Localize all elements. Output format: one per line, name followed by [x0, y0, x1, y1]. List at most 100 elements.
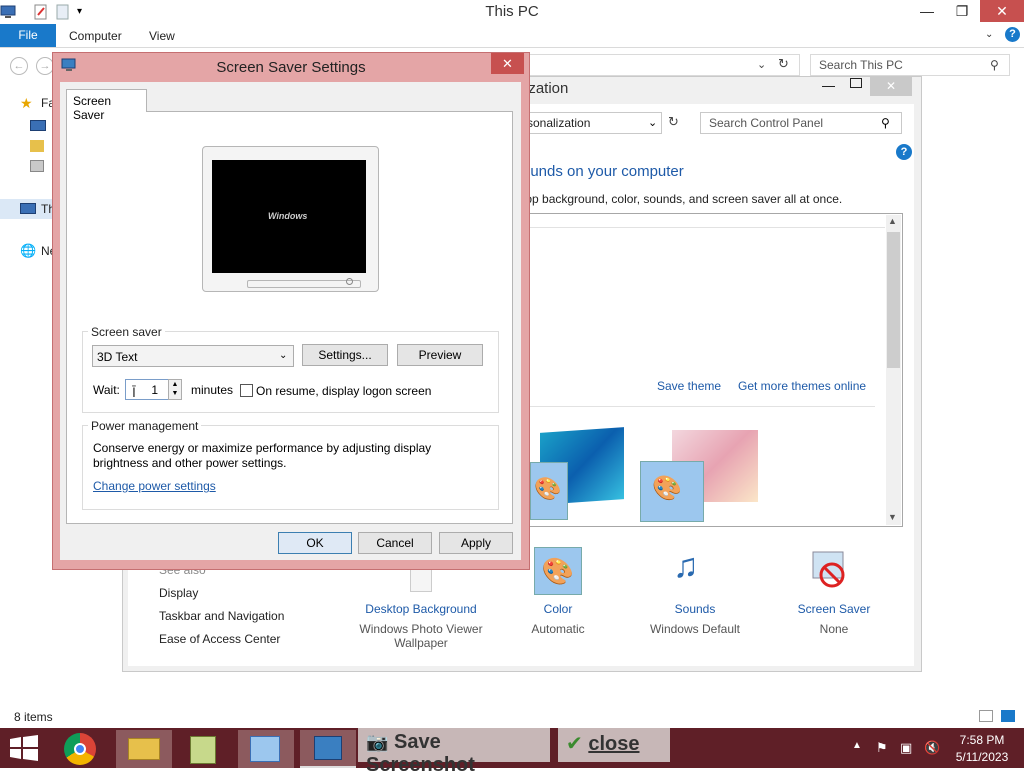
details-view-icon[interactable]: [979, 710, 993, 722]
notepad-taskbar-button[interactable]: [176, 730, 232, 768]
downloads-icon[interactable]: [30, 140, 44, 152]
computer-icon: [20, 203, 36, 214]
save-theme-link[interactable]: Save theme: [657, 379, 721, 393]
cp-address-bar[interactable]: rsonalization: [520, 112, 662, 134]
screen-saver-taskbar-button[interactable]: [300, 730, 356, 768]
file-explorer-taskbar-button[interactable]: [116, 730, 172, 768]
folder-icon: [128, 738, 160, 760]
sounds-icon[interactable]: ♫: [673, 547, 699, 586]
close-icon[interactable]: ✕: [491, 53, 524, 74]
status-item-count: 8 items: [14, 710, 53, 724]
network-status-icon[interactable]: ▣: [900, 740, 912, 756]
see-also-taskbar-link[interactable]: Taskbar and Navigation: [159, 609, 284, 623]
desktop-background-value: Windows Photo Viewer Wallpaper: [359, 622, 483, 650]
tab-view[interactable]: View: [149, 29, 175, 43]
camera-icon: 📷: [366, 732, 389, 752]
apply-button[interactable]: Apply: [439, 532, 513, 554]
change-power-settings-link[interactable]: Change power settings: [93, 479, 216, 493]
power-management-text: Conserve energy or maximize performance …: [93, 441, 432, 470]
save-screenshot-button[interactable]: 📷 Save Screenshot: [358, 728, 550, 776]
scrollbar-thumb[interactable]: [887, 232, 900, 368]
notepad-icon: [190, 736, 216, 764]
window-title: This PC: [485, 3, 539, 20]
personalization-title: ization: [525, 80, 569, 97]
color-icon[interactable]: 🎨: [534, 547, 582, 595]
back-icon[interactable]: ←: [10, 57, 28, 75]
preview-button[interactable]: Preview: [397, 344, 483, 366]
chevron-down-icon[interactable]: ⌄: [279, 350, 287, 361]
screen-saver-link[interactable]: Screen Saver: [774, 602, 894, 616]
large-icons-view-icon[interactable]: [1001, 710, 1015, 722]
search-icon[interactable]: ⚲: [990, 58, 999, 72]
logon-screen-label[interactable]: On resume, display logon screen: [256, 384, 431, 398]
control-panel-icon: [250, 736, 280, 762]
spin-up-icon[interactable]: ▲: [169, 380, 181, 389]
help-icon[interactable]: ?: [896, 144, 912, 160]
refresh-icon[interactable]: ↻: [668, 114, 679, 130]
clock-date[interactable]: 5/11/2023: [950, 750, 1014, 764]
help-icon[interactable]: ?: [1005, 27, 1020, 42]
sounds-link[interactable]: Sounds: [635, 602, 755, 616]
show-hidden-icons-icon[interactable]: ▲: [852, 740, 862, 751]
scroll-down-icon[interactable]: ▼: [888, 512, 897, 522]
screen-saver-icon[interactable]: [810, 549, 850, 589]
close-icon[interactable]: ✕: [870, 76, 912, 96]
close-icon[interactable]: ✕: [980, 0, 1024, 22]
ok-button[interactable]: OK: [278, 532, 352, 554]
wait-spinner[interactable]: ▲ ▼: [168, 379, 182, 400]
tab-computer[interactable]: Computer: [69, 29, 122, 43]
see-also-display-link[interactable]: Display: [159, 586, 198, 600]
power-led-icon: [346, 278, 353, 285]
screen-saver-select[interactable]: 3D Text: [92, 345, 294, 367]
color-link[interactable]: Color: [498, 602, 618, 616]
chevron-down-icon[interactable]: ⌄: [648, 116, 657, 129]
text-cursor-icon: Ī: [132, 384, 136, 400]
spin-down-icon[interactable]: ▼: [169, 389, 181, 398]
start-icon[interactable]: [10, 735, 38, 761]
cancel-button[interactable]: Cancel: [358, 532, 432, 554]
search-input[interactable]: Search This PC: [810, 54, 1010, 76]
clock-time[interactable]: 7:58 PM: [954, 733, 1010, 747]
close-overlay-button[interactable]: ✔ close: [558, 728, 670, 762]
sounds-value: Windows Default: [649, 622, 741, 636]
expand-ribbon-icon[interactable]: ⌄: [985, 29, 993, 40]
wait-label: Wait:: [93, 383, 120, 397]
volume-muted-icon[interactable]: 🔇: [924, 740, 940, 756]
refresh-icon[interactable]: ↻: [778, 56, 789, 72]
cp-search-input[interactable]: Search Control Panel: [700, 112, 902, 134]
get-more-themes-link[interactable]: Get more themes online: [738, 379, 866, 393]
action-center-flag-icon[interactable]: ⚑: [876, 740, 888, 756]
screen-saver-group-label: Screen saver: [88, 325, 165, 339]
theme-divider: [521, 227, 885, 228]
cp-subtitle: top background, color, sounds, and scree…: [522, 192, 843, 206]
theme-divider: [521, 406, 875, 407]
search-icon[interactable]: ⚲: [881, 116, 890, 130]
dialog-title: Screen Saver Settings: [216, 59, 366, 76]
tab-screen-saver[interactable]: Screen Saver: [66, 89, 147, 122]
recent-places-icon[interactable]: [30, 160, 44, 172]
cp-heading: ounds on your computer: [522, 163, 684, 180]
desktop-background-icon[interactable]: [410, 568, 432, 592]
logon-screen-checkbox[interactable]: [240, 384, 253, 397]
desktop-background-link[interactable]: Desktop Background: [361, 602, 481, 616]
minimize-icon[interactable]: —: [822, 78, 835, 93]
color-palette-icon: 🎨: [652, 475, 682, 502]
color-palette-icon: 🎨: [534, 476, 562, 501]
preview-3d-text: Windows: [268, 211, 308, 221]
restore-icon[interactable]: ❐: [945, 0, 979, 22]
screen-saver-app-icon: [314, 736, 342, 760]
close-overlay-label: close: [588, 733, 640, 755]
checkmark-icon: ✔: [566, 733, 583, 755]
chrome-center: [74, 743, 86, 755]
scroll-up-icon[interactable]: ▲: [888, 216, 897, 226]
minimize-icon[interactable]: —: [910, 0, 944, 22]
see-also-ease-of-access-link[interactable]: Ease of Access Center: [159, 632, 280, 646]
maximize-icon[interactable]: [850, 78, 862, 88]
star-icon: ★: [20, 95, 33, 111]
chevron-down-icon[interactable]: ⌄: [757, 58, 766, 71]
desktop-icon[interactable]: [30, 120, 46, 131]
tab-file[interactable]: File: [0, 24, 56, 47]
control-panel-taskbar-button[interactable]: [238, 730, 294, 768]
settings-button[interactable]: Settings...: [302, 344, 388, 366]
screen-saver-value: None: [819, 622, 849, 636]
